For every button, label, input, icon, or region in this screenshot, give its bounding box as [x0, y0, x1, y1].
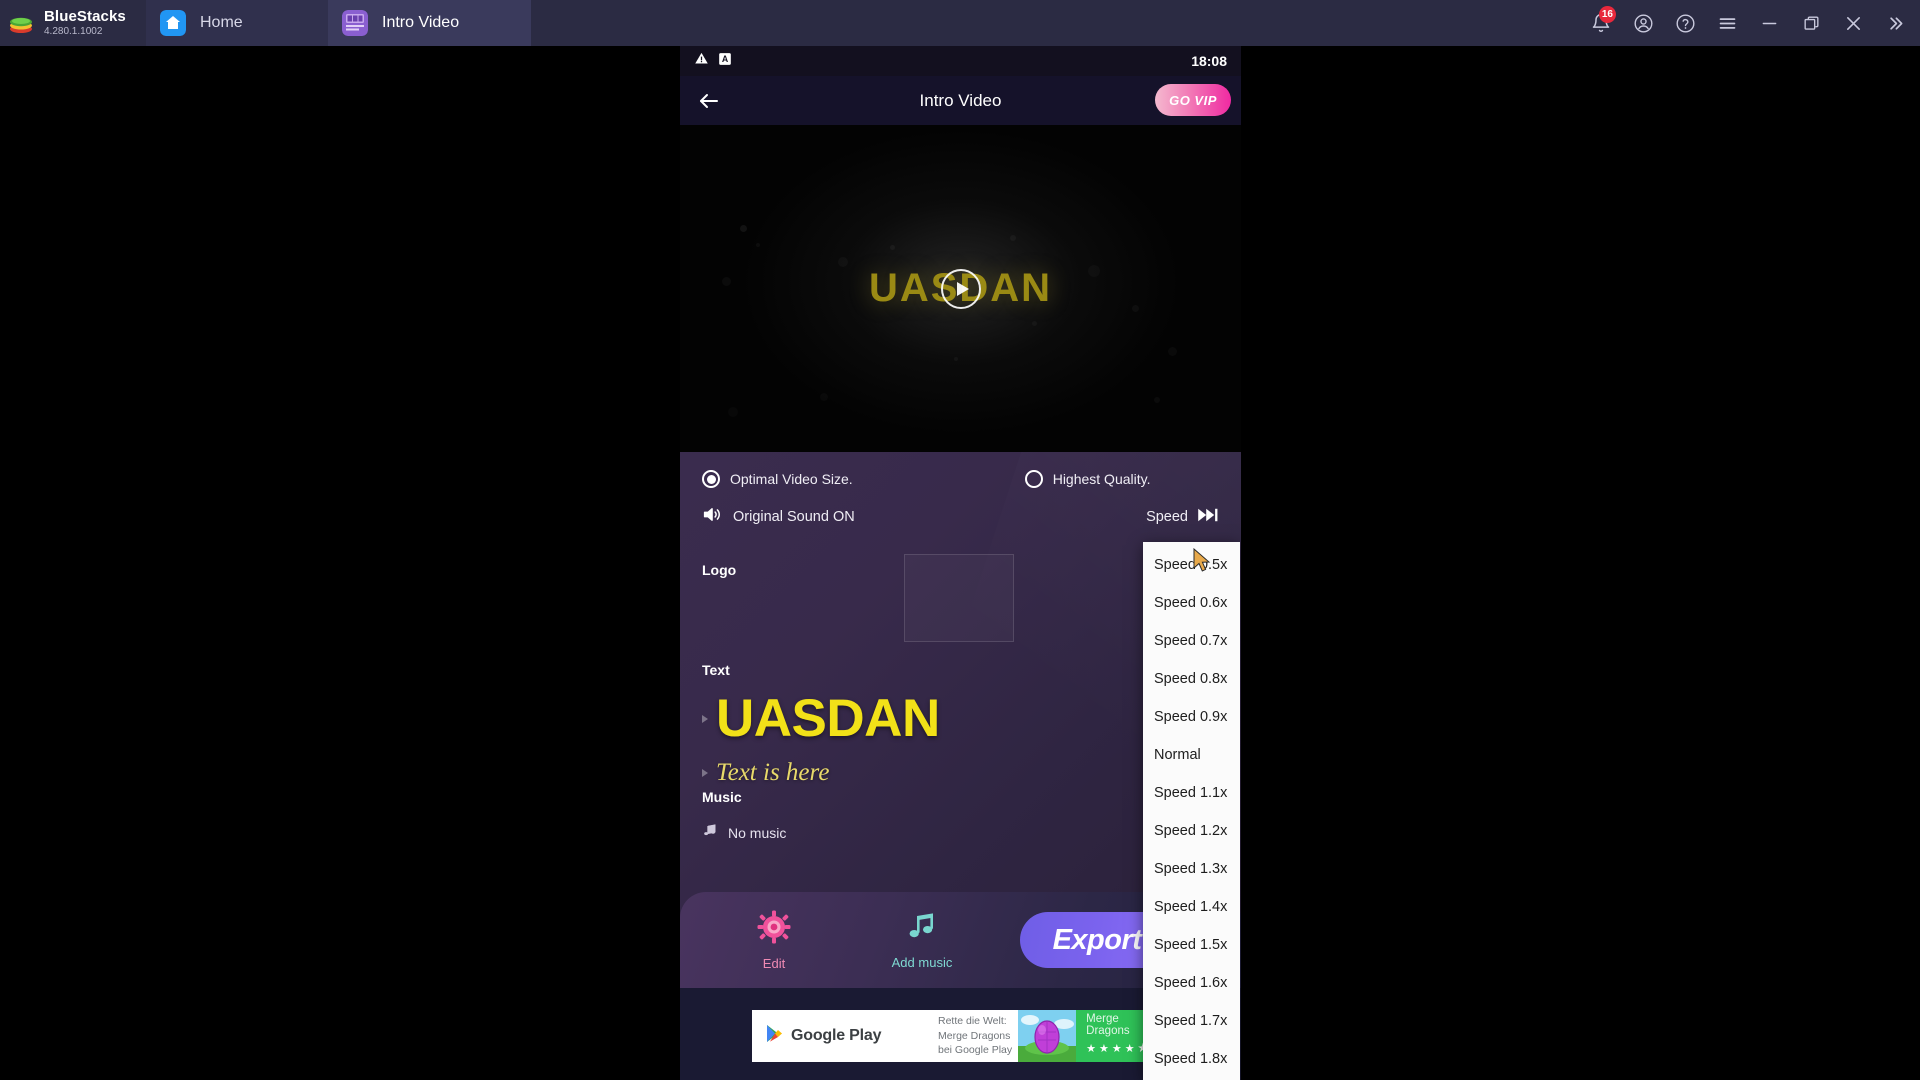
home-icon [160, 10, 186, 36]
speed-option[interactable]: Speed 1.3x [1143, 850, 1240, 888]
quality-options-row: Optimal Video Size. Highest Quality. [680, 452, 1241, 488]
warning-icon [694, 51, 709, 71]
gear-icon [757, 910, 791, 949]
ad-copy-line-2: Merge Dragons [938, 1029, 1011, 1042]
google-play-brand: Google Play [752, 1010, 938, 1062]
add-music-button[interactable]: Add music [872, 911, 972, 970]
tab-intro-video[interactable]: Intro Video [328, 0, 531, 46]
speed-option[interactable]: Speed 1.8x [1143, 1040, 1240, 1078]
text-line-2-value: Text is here [716, 759, 830, 786]
music-value-row[interactable]: No music [702, 822, 1219, 843]
android-status-bar: A 18:08 [680, 46, 1241, 76]
music-value: No music [728, 824, 787, 841]
title-bar: BlueStacks 4.280.1.1002 Home Intro Video… [0, 0, 1920, 46]
add-music-label: Add music [891, 954, 953, 970]
speed-option[interactable]: Speed 1.1x [1143, 774, 1240, 812]
original-sound-label: Original Sound ON [733, 509, 855, 525]
speed-option[interactable]: Speed 1.7x [1143, 1002, 1240, 1040]
music-section-label: Music [702, 789, 742, 805]
tab-intro-video-label: Intro Video [382, 14, 460, 31]
text-line-1[interactable]: UASDAN [702, 688, 1219, 749]
music-note-icon [702, 822, 718, 843]
brand-name: BlueStacks [44, 8, 126, 25]
menu-icon[interactable] [1706, 0, 1748, 46]
a-letter-icon: A [718, 52, 732, 71]
bluestacks-logo-icon [8, 12, 36, 34]
logo-placeholder[interactable] [904, 554, 1014, 642]
radio-highest-label: Highest Quality. [1052, 471, 1151, 487]
minimize-icon[interactable] [1748, 0, 1790, 46]
close-icon[interactable] [1832, 0, 1874, 46]
speed-option[interactable]: Speed 1.4x [1143, 888, 1240, 926]
google-play-icon [766, 1024, 783, 1048]
speed-option[interactable]: Normal [1143, 736, 1240, 774]
radio-unselected-icon [1024, 470, 1043, 488]
account-icon[interactable] [1622, 0, 1664, 46]
radio-selected-icon [702, 470, 720, 488]
go-vip-label: GO VIP [1169, 92, 1217, 108]
radio-optimal-label: Optimal Video Size. [730, 471, 853, 487]
play-icon[interactable] [940, 268, 981, 309]
tab-home-label: Home [200, 14, 243, 31]
speed-option[interactable]: Speed 1.5x [1143, 926, 1240, 964]
speed-option[interactable]: Speed 0.5x [1143, 546, 1240, 584]
google-play-ad-banner[interactable]: Google Play Rette die Welt: Merge Dragon… [752, 1010, 1152, 1062]
ad-copy-line-1: Rette die Welt: [938, 1014, 1007, 1027]
svg-text:A: A [722, 54, 729, 64]
edit-label: Edit [762, 955, 786, 971]
ad-thumbnail [1018, 1010, 1077, 1062]
speed-option[interactable]: Speed 1.2x [1143, 812, 1240, 850]
speed-option[interactable]: Speed 0.7x [1143, 622, 1240, 660]
maximize-icon[interactable] [1790, 0, 1832, 46]
speed-selector[interactable]: Speed [1146, 507, 1219, 528]
speed-option[interactable]: Speed 0.9x [1143, 698, 1240, 736]
help-icon[interactable] [1664, 0, 1706, 46]
speed-option[interactable]: Speed 0.8x [1143, 660, 1240, 698]
radio-optimal-video-size[interactable]: Optimal Video Size. [702, 470, 853, 488]
ad-copy-line-3: bei Google Play [938, 1044, 1013, 1057]
titlebar-spacer [531, 0, 1580, 46]
music-note-icon [906, 911, 938, 948]
edit-button[interactable]: Edit [724, 910, 824, 971]
app-bar: Intro Video GO VIP [680, 76, 1241, 125]
text-line-1-value: UASDAN [716, 689, 940, 748]
status-bar-clock: 18:08 [1191, 53, 1227, 69]
radio-highest-quality[interactable]: Highest Quality. [1024, 470, 1151, 488]
ad-cta: Merge Dragons ★★★★⯪ [1076, 1010, 1152, 1062]
speaker-on-icon [702, 504, 723, 530]
intro-video-app-icon [342, 10, 368, 36]
speed-label: Speed [1146, 509, 1188, 525]
notification-badge: 16 [1598, 6, 1616, 23]
caret-right-icon [702, 714, 708, 723]
speed-dropdown-menu[interactable]: Speed 0.5x Speed 0.6x Speed 0.7x Speed 0… [1143, 542, 1240, 1080]
google-play-label: Google Play [791, 1027, 882, 1044]
back-arrow-icon[interactable] [692, 84, 726, 118]
bluestacks-window: BlueStacks 4.280.1.1002 Home Intro Video… [0, 0, 1920, 1080]
notifications-icon[interactable]: 16 [1580, 0, 1622, 46]
window-controls: 16 [1580, 0, 1920, 46]
sound-and-speed-row: Original Sound ON Speed [680, 488, 1241, 530]
export-label: Export [1052, 923, 1142, 956]
bluestacks-brand: BlueStacks 4.280.1.1002 [0, 0, 146, 46]
go-vip-button[interactable]: GO VIP [1155, 84, 1231, 116]
fast-forward-icon [1197, 507, 1219, 528]
text-line-2[interactable]: Text is here [702, 759, 1219, 787]
tab-bar: Home Intro Video [146, 0, 531, 46]
caret-right-icon [702, 769, 708, 777]
original-sound-toggle[interactable]: Original Sound ON [702, 504, 855, 530]
speed-option[interactable]: Speed 1.6x [1143, 964, 1240, 1002]
brand-version: 4.280.1.1002 [44, 26, 103, 37]
speed-option[interactable]: Speed 0.6x [1143, 584, 1240, 622]
chevron-double-right-icon[interactable] [1874, 0, 1916, 46]
video-preview[interactable]: UASDAN [680, 125, 1241, 452]
tab-home[interactable]: Home [146, 0, 328, 46]
text-section-label: Text [702, 662, 730, 678]
ad-copy: Rette die Welt: Merge Dragons bei Google… [938, 1010, 1018, 1062]
